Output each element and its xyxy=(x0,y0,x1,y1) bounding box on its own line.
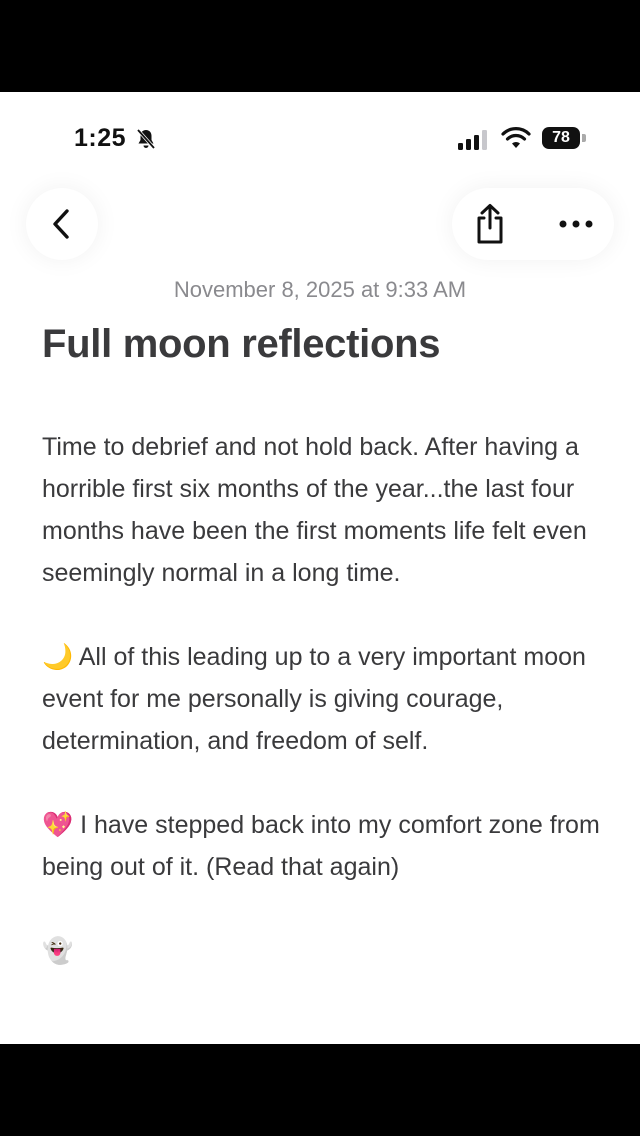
chevron-left-icon xyxy=(53,209,69,239)
ghost-icon: 👻 xyxy=(42,936,74,965)
cellular-signal-icon xyxy=(458,130,487,150)
body-paragraph: 💖 I have stepped back into my comfort zo… xyxy=(42,804,612,888)
paragraph-text: I have stepped back into my comfort zone… xyxy=(42,811,600,881)
share-button[interactable] xyxy=(462,196,518,252)
body-paragraph: 🌙 All of this leading up to a very impor… xyxy=(42,636,612,762)
crescent-moon-icon: 🌙 xyxy=(42,642,74,671)
paragraph-text: All of this leading up to a very importa… xyxy=(42,643,586,755)
ellipsis-icon xyxy=(559,220,593,228)
body-paragraph: Time to debrief and not hold back. After… xyxy=(42,426,612,594)
battery-indicator: 78 xyxy=(542,127,580,149)
wifi-icon xyxy=(501,127,531,148)
bell-slash-icon xyxy=(136,128,156,150)
share-icon xyxy=(477,204,503,244)
toolbar-actions xyxy=(452,188,614,260)
more-options-button[interactable] xyxy=(548,196,604,252)
paragraph-text: Time to debrief and not hold back. After… xyxy=(42,433,587,587)
letterbox-top xyxy=(0,0,640,92)
sparkling-heart-icon: 💖 xyxy=(42,810,74,839)
journal-entry-screen: 1:25 78 November 8, 2025 at 9:33 AM Full… xyxy=(0,92,640,1044)
entry-body[interactable]: Time to debrief and not hold back. After… xyxy=(42,426,612,1014)
entry-title: Full moon reflections xyxy=(42,322,441,366)
back-button[interactable] xyxy=(26,188,98,260)
body-paragraph: 👻 xyxy=(42,930,612,972)
letterbox-bottom xyxy=(0,1044,640,1136)
entry-date: November 8, 2025 at 9:33 AM xyxy=(173,277,467,302)
status-time: 1:25 xyxy=(74,124,127,152)
battery-nub xyxy=(582,134,586,142)
battery-level: 78 xyxy=(552,129,570,146)
